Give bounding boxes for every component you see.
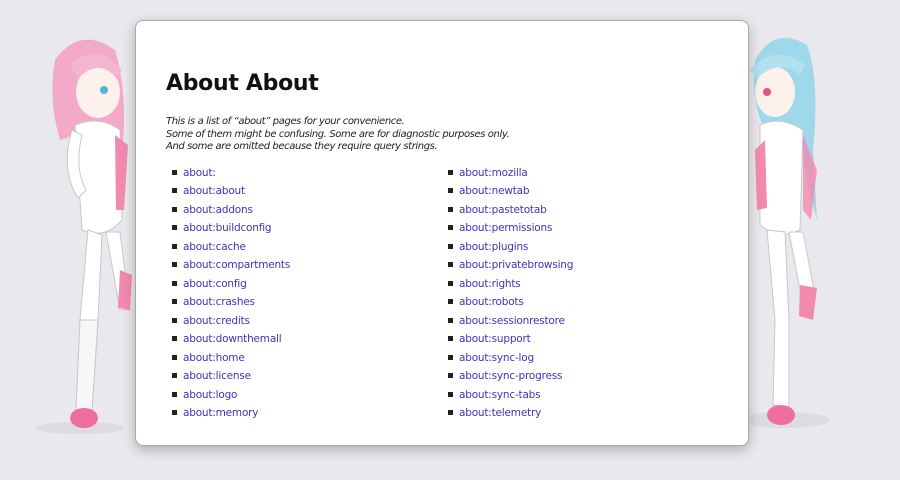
intro-line: This is a list of “about” pages for your…	[166, 116, 405, 127]
bullet-icon	[172, 243, 177, 249]
bullet-icon	[448, 317, 453, 323]
bullet-icon	[448, 410, 453, 415]
anime-girl-pink-hair-illustration	[35, 39, 132, 434]
bullet-icon	[172, 317, 177, 323]
about-page-link[interactable]: about:sync-tabs	[459, 388, 541, 402]
bullet-icon	[172, 373, 177, 378]
about-page-link[interactable]: about:home	[183, 351, 245, 365]
about-page-link[interactable]: about:support	[459, 332, 531, 346]
list-item: about:permissions	[448, 221, 718, 240]
list-item: about:credits	[172, 314, 442, 333]
about-page-link[interactable]: about:buildconfig	[183, 221, 272, 235]
list-item: about:mozilla	[448, 166, 718, 185]
about-page-link[interactable]: about:config	[183, 277, 247, 291]
list-item: about:plugins	[448, 240, 718, 259]
about-page-link[interactable]: about:rights	[459, 277, 521, 291]
list-item: about:	[172, 166, 442, 185]
about-page-link[interactable]: about:downthemall	[183, 332, 282, 346]
bullet-icon	[448, 225, 453, 230]
bullet-icon	[172, 410, 177, 415]
about-page-link[interactable]: about:plugins	[459, 240, 528, 254]
list-item: about:logo	[172, 388, 442, 407]
about-page-link[interactable]: about:newtab	[459, 184, 530, 198]
bullet-icon	[448, 243, 453, 249]
bullet-icon	[172, 206, 177, 212]
bullet-icon	[448, 206, 453, 212]
about-page-link[interactable]: about:	[183, 166, 216, 180]
list-item: about:crashes	[172, 295, 442, 314]
about-links-columns: about: about:about about:addons about:build…	[166, 166, 718, 425]
about-page-link[interactable]: about:mozilla	[459, 166, 528, 180]
about-page-link[interactable]: about:logo	[183, 388, 237, 402]
bullet-icon	[172, 169, 177, 175]
about-page-link[interactable]: about:sessionrestore	[459, 314, 565, 328]
list-item: about:memory	[172, 406, 442, 425]
list-item: about:compartments	[172, 258, 442, 277]
list-item: about:pastetotab	[448, 203, 718, 222]
list-item: about:buildconfig	[172, 221, 442, 240]
about-page-link[interactable]: about:robots	[459, 295, 524, 309]
intro-line: Some of them might be confusing. Some ar…	[166, 128, 510, 140]
about-page-link[interactable]: about:sync-log	[459, 351, 534, 365]
bullet-icon	[448, 391, 453, 397]
list-item: about:privatebrowsing	[448, 258, 718, 277]
bullet-icon	[448, 280, 453, 286]
bullet-icon	[448, 299, 453, 304]
list-item: about:sync-progress	[448, 369, 718, 388]
list-item: about:about	[172, 184, 442, 203]
about-links-list-right: about:mozilla about:newtab about:pastetota…	[442, 166, 718, 425]
about-page-link[interactable]: about:cache	[183, 240, 246, 254]
about-page-link[interactable]: about:crashes	[183, 295, 255, 309]
about-page-link[interactable]: about:pastetotab	[459, 203, 547, 217]
list-item: about:license	[172, 369, 442, 388]
about-page-link[interactable]: about:sync-progress	[459, 369, 562, 383]
about-page-link[interactable]: about:license	[183, 369, 251, 383]
about-links-list-left: about: about:about about:addons about:build…	[166, 166, 442, 425]
list-item: about:sessionrestore	[448, 314, 718, 333]
bullet-icon	[448, 336, 453, 341]
bullet-icon	[448, 262, 453, 267]
page-title: About About	[166, 71, 319, 96]
about-page-link[interactable]: about:memory	[183, 406, 259, 420]
bullet-icon	[172, 188, 177, 193]
bullet-icon	[172, 391, 177, 397]
about-page-link[interactable]: about:telemetry	[459, 406, 541, 420]
bullet-icon	[172, 262, 177, 267]
list-item: about:addons	[172, 203, 442, 222]
bullet-icon	[448, 169, 453, 175]
list-item: about:sync-log	[448, 351, 718, 370]
anime-girl-blue-hair-illustration	[745, 37, 830, 428]
bullet-icon	[448, 188, 453, 193]
bullet-icon	[172, 225, 177, 230]
bullet-icon	[448, 373, 453, 378]
bullet-icon	[172, 280, 177, 286]
list-item: about:downthemall	[172, 332, 442, 351]
list-item: about:newtab	[448, 184, 718, 203]
about-page-link[interactable]: about:privatebrowsing	[459, 258, 573, 272]
intro-text: This is a list of “about” pages for your…	[166, 116, 718, 154]
bullet-icon	[172, 336, 177, 341]
list-item: about:telemetry	[448, 406, 718, 425]
about-content-card: About About This is a list of “about” pa…	[135, 20, 749, 446]
bullet-icon	[172, 354, 177, 360]
list-item: about:home	[172, 351, 442, 370]
intro-line: And some are omitted because they requir…	[166, 141, 438, 152]
bullet-icon	[448, 354, 453, 360]
bullet-icon	[172, 299, 177, 304]
list-item: about:support	[448, 332, 718, 351]
list-item: about:sync-tabs	[448, 388, 718, 407]
about-page-link[interactable]: about:about	[183, 184, 245, 198]
about-page-link[interactable]: about:permissions	[459, 221, 552, 235]
list-item: about:robots	[448, 295, 718, 314]
about-page-link[interactable]: about:credits	[183, 314, 250, 328]
list-item: about:cache	[172, 240, 442, 259]
list-item: about:config	[172, 277, 442, 296]
about-page-link[interactable]: about:compartments	[183, 258, 290, 272]
list-item: about:rights	[448, 277, 718, 296]
about-page-link[interactable]: about:addons	[183, 203, 253, 217]
